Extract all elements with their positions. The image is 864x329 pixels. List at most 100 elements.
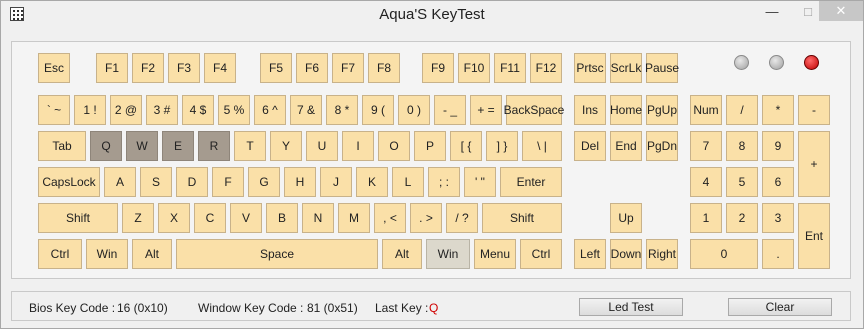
key-f11[interactable]: F11 [494,53,526,83]
key-n[interactable]: N [302,203,334,233]
key-c[interactable]: C [194,203,226,233]
key-d2[interactable]: 2 @ [110,95,142,125]
key-d3[interactable]: 3 # [146,95,178,125]
key-e[interactable]: E [162,131,194,161]
key-r[interactable]: R [198,131,230,161]
key-rbracket[interactable]: ] } [486,131,518,161]
key-kp-enter[interactable]: Ent [798,203,830,269]
key-kp9[interactable]: 9 [762,131,794,161]
key-p[interactable]: P [414,131,446,161]
key-f9[interactable]: F9 [422,53,454,83]
key-kp-dot[interactable]: . [762,239,794,269]
key-d5[interactable]: 5 % [218,95,250,125]
clear-button[interactable]: Clear [728,298,832,316]
key-t[interactable]: T [234,131,266,161]
key-f5[interactable]: F5 [260,53,292,83]
key-right[interactable]: Right [646,239,678,269]
key-ins[interactable]: Ins [574,95,606,125]
key-f10[interactable]: F10 [458,53,490,83]
key-down[interactable]: Down [610,239,642,269]
key-caps[interactable]: CapsLock [38,167,100,197]
key-d7[interactable]: 7 & [290,95,322,125]
key-q[interactable]: Q [90,131,122,161]
key-lctrl[interactable]: Ctrl [38,239,82,269]
key-f4[interactable]: F4 [204,53,236,83]
key-f3[interactable]: F3 [168,53,200,83]
key-slash[interactable]: / ? [446,203,478,233]
close-button[interactable]: ✕ [819,1,863,21]
key-semicolon[interactable]: ; : [428,167,460,197]
key-rctrl[interactable]: Ctrl [520,239,562,269]
key-equal[interactable]: + = [470,95,502,125]
key-d[interactable]: D [176,167,208,197]
key-x[interactable]: X [158,203,190,233]
key-f8[interactable]: F8 [368,53,400,83]
key-del[interactable]: Del [574,131,606,161]
key-d6[interactable]: 6 ^ [254,95,286,125]
key-home[interactable]: Home [610,95,642,125]
key-num[interactable]: Num [690,95,722,125]
key-f6[interactable]: F6 [296,53,328,83]
key-kp-mul[interactable]: * [762,95,794,125]
key-f7[interactable]: F7 [332,53,364,83]
key-h[interactable]: H [284,167,316,197]
key-enter[interactable]: Enter [500,167,562,197]
key-rwin[interactable]: Win [426,239,470,269]
key-kp0[interactable]: 0 [690,239,758,269]
key-kp5[interactable]: 5 [726,167,758,197]
key-period[interactable]: . > [410,203,442,233]
key-lwin[interactable]: Win [86,239,128,269]
key-kp1[interactable]: 1 [690,203,722,233]
key-lbracket[interactable]: [ { [450,131,482,161]
key-d9[interactable]: 9 ( [362,95,394,125]
key-y[interactable]: Y [270,131,302,161]
key-d1[interactable]: 1 ! [74,95,106,125]
key-comma[interactable]: , < [374,203,406,233]
key-f[interactable]: F [212,167,244,197]
key-ralt[interactable]: Alt [382,239,422,269]
key-space[interactable]: Space [176,239,378,269]
key-backtick[interactable]: ` ~ [38,95,70,125]
key-z[interactable]: Z [122,203,154,233]
key-f1[interactable]: F1 [96,53,128,83]
key-up[interactable]: Up [610,203,642,233]
key-backslash[interactable]: \ | [522,131,562,161]
key-kp6[interactable]: 6 [762,167,794,197]
key-backspace[interactable]: BackSpace [504,95,564,125]
key-pause[interactable]: Pause [645,53,679,83]
key-menu[interactable]: Menu [474,239,516,269]
key-l[interactable]: L [392,167,424,197]
key-w[interactable]: W [126,131,158,161]
key-tab[interactable]: Tab [38,131,86,161]
key-lshift[interactable]: Shift [38,203,118,233]
key-j[interactable]: J [320,167,352,197]
maximize-button[interactable]: □ [797,1,819,21]
key-i[interactable]: I [342,131,374,161]
key-rshift[interactable]: Shift [482,203,562,233]
key-k[interactable]: K [356,167,388,197]
key-kp7[interactable]: 7 [690,131,722,161]
key-kp4[interactable]: 4 [690,167,722,197]
key-quote[interactable]: ' " [464,167,496,197]
led-test-button[interactable]: Led Test [579,298,683,316]
key-b[interactable]: B [266,203,298,233]
key-f12[interactable]: F12 [530,53,562,83]
minimize-button[interactable]: — [751,1,793,21]
key-d4[interactable]: 4 $ [182,95,214,125]
key-lalt[interactable]: Alt [132,239,172,269]
key-kp-div[interactable]: / [726,95,758,125]
key-kp8[interactable]: 8 [726,131,758,161]
key-end[interactable]: End [610,131,642,161]
key-u[interactable]: U [306,131,338,161]
key-m[interactable]: M [338,203,370,233]
key-kp2[interactable]: 2 [726,203,758,233]
key-kp-minus[interactable]: - [798,95,830,125]
key-kp3[interactable]: 3 [762,203,794,233]
key-pgdn[interactable]: PgDn [646,131,678,161]
key-s[interactable]: S [140,167,172,197]
key-pgup[interactable]: PgUp [646,95,678,125]
key-minus[interactable]: - _ [434,95,466,125]
key-d8[interactable]: 8 * [326,95,358,125]
key-o[interactable]: O [378,131,410,161]
key-f2[interactable]: F2 [132,53,164,83]
